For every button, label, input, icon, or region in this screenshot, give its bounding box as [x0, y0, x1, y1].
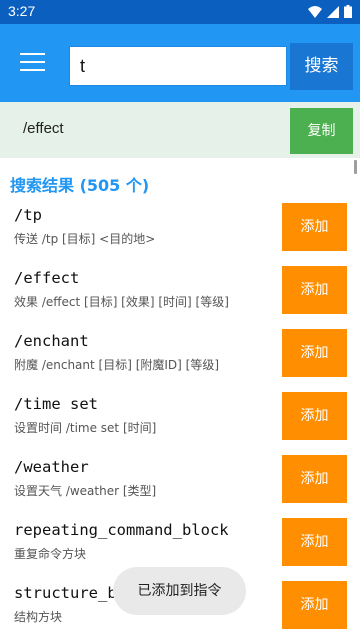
- command-description: 效果 /effect [目标] [效果] [时间] [等级]: [14, 295, 229, 309]
- command-description: 重复命令方块: [14, 547, 87, 561]
- add-button[interactable]: 添加: [282, 455, 347, 503]
- add-button[interactable]: 添加: [282, 203, 347, 251]
- copy-button[interactable]: 复制: [290, 108, 353, 154]
- toast-message: 已添加到指令: [113, 567, 246, 615]
- search-button[interactable]: 搜索: [290, 43, 353, 90]
- command-description: 传送 /tp [目标] <目的地>: [14, 232, 156, 246]
- menu-icon[interactable]: [18, 50, 48, 74]
- command-bar: /effect 复制: [0, 102, 360, 158]
- status-icons: [308, 5, 352, 18]
- command-description: 设置时间 /time set [时间]: [14, 421, 157, 435]
- battery-icon: [344, 5, 352, 18]
- app-bar: t 搜索: [0, 24, 360, 102]
- result-row: /effect 效果 /effect [目标] [效果] [时间] [等级] 添…: [0, 263, 360, 326]
- add-button[interactable]: 添加: [282, 266, 347, 314]
- result-row: /time set 设置时间 /time set [时间] 添加: [0, 389, 360, 452]
- command-description: 设置天气 /weather [类型]: [14, 484, 157, 498]
- result-row: /enchant 附魔 /enchant [目标] [附魔ID] [等级] 添加: [0, 326, 360, 389]
- command-name: /time set: [14, 395, 98, 413]
- command-text: /effect: [23, 120, 64, 137]
- command-description: 附魔 /enchant [目标] [附魔ID] [等级]: [14, 358, 220, 372]
- scrollbar[interactable]: [354, 160, 357, 174]
- command-description: 结构方块: [14, 610, 63, 624]
- results-header: 搜索结果 (505 个): [10, 176, 150, 195]
- status-bar: 3:27: [0, 0, 360, 24]
- add-button[interactable]: 添加: [282, 518, 347, 566]
- add-button[interactable]: 添加: [282, 581, 347, 629]
- command-name: /effect: [14, 269, 80, 287]
- add-button[interactable]: 添加: [282, 392, 347, 440]
- wifi-icon: [308, 5, 322, 18]
- result-row: /weather 设置天气 /weather [类型] 添加: [0, 452, 360, 515]
- command-name: /tp: [14, 206, 42, 224]
- command-name: repeating_command_block: [14, 521, 229, 539]
- status-time: 3:27: [8, 3, 36, 19]
- command-name: /weather: [14, 458, 89, 476]
- command-name: /enchant: [14, 332, 89, 350]
- search-input[interactable]: t: [69, 46, 287, 86]
- result-row: /tp 传送 /tp [目标] <目的地> 添加: [0, 200, 360, 263]
- signal-icon: [327, 5, 339, 18]
- add-button[interactable]: 添加: [282, 329, 347, 377]
